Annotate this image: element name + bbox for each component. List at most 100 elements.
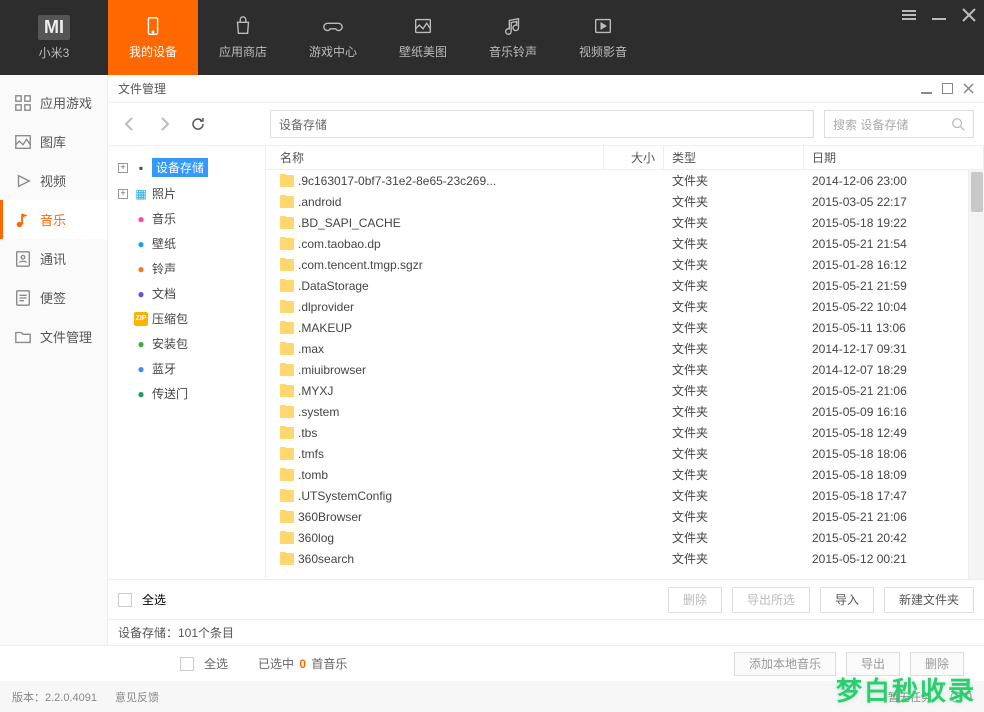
minimize-icon[interactable] [932,8,946,22]
column-date[interactable]: 日期 [804,146,984,169]
forward-button[interactable] [152,112,176,136]
file-row[interactable]: .UTSystemConfig文件夹2015-05-18 17:47 [266,485,984,506]
sidebar-item-gallery[interactable]: 图库 [0,122,107,161]
file-row[interactable]: .miuibrowser文件夹2014-12-07 18:29 [266,359,984,380]
path-input[interactable]: 设备存储 [270,110,814,138]
file-row[interactable]: .android文件夹2015-03-05 22:17 [266,191,984,212]
folder-tree: + ▪ 设备存储 + ▦ 照片 ●音乐●壁纸●铃声●文档ZIP压缩包●安装包●蓝… [108,146,266,579]
tree-item[interactable]: ●壁纸 [112,231,261,256]
menu-icon[interactable] [902,8,916,22]
sync-icon [950,691,962,703]
nav-tab-video[interactable]: 视频影音 [558,0,648,75]
music-select-all-label: 全选 [204,655,228,672]
file-manager-panel: 文件管理 设备存储 搜索 设备存储 + ▪ 设备存储 [108,75,984,645]
scrollbar-thumb[interactable] [971,172,983,212]
tree-photos[interactable]: + ▦ 照片 [112,181,261,206]
arrow-right-icon [156,116,172,132]
tree-item[interactable]: ●传送门 [112,381,261,406]
nav-tab-game[interactable]: 游戏中心 [288,0,378,75]
music-export-button[interactable]: 导出 [846,652,900,676]
expander-icon[interactable]: + [118,189,128,199]
sidebar-item-contacts[interactable]: 通讯 [0,239,107,278]
tree-item[interactable]: ●铃声 [112,256,261,281]
column-name-label: 名称 [280,149,304,166]
column-name[interactable]: 名称 [272,146,604,169]
file-type: 文件夹 [664,424,804,441]
file-name: .9c163017-0bf7-31e2-8e65-23c269... [298,174,496,188]
expander-icon[interactable]: + [118,163,128,173]
file-row[interactable]: .DataStorage文件夹2015-05-21 21:59 [266,275,984,296]
fm-titlebar: 文件管理 [108,75,984,103]
file-row[interactable]: .max文件夹2014-12-17 09:31 [266,338,984,359]
selected-count: 0 [299,657,306,671]
fm-footer: 全选 删除 导出所选 导入 新建文件夹 [108,579,984,619]
add-local-music-button[interactable]: 添加本地音乐 [734,652,836,676]
brand-logo: MI [38,15,70,40]
file-date: 2015-05-18 19:22 [804,216,984,230]
import-button[interactable]: 导入 [820,587,874,613]
sidebar-item-music[interactable]: 音乐 [0,200,107,239]
tree-item[interactable]: ●文档 [112,281,261,306]
fm-maximize-icon[interactable] [942,83,953,94]
feedback-link[interactable]: 意见反馈 [115,689,159,705]
file-row[interactable]: .MYXJ文件夹2015-05-21 21:06 [266,380,984,401]
file-row[interactable]: .com.tencent.tmgp.sgzr文件夹2015-01-28 16:1… [266,254,984,275]
file-row[interactable]: .BD_SAPI_CACHE文件夹2015-05-18 19:22 [266,212,984,233]
sidebar-item-notes[interactable]: 便签 [0,278,107,317]
refresh-button[interactable] [186,112,210,136]
tree-item[interactable]: ●音乐 [112,206,261,231]
fm-close-icon[interactable] [963,83,974,94]
file-name: 360search [298,552,354,566]
select-all-checkbox[interactable] [118,593,132,607]
delete-button[interactable]: 删除 [668,587,722,613]
tree-item[interactable]: ZIP压缩包 [112,306,261,331]
tree-root[interactable]: + ▪ 设备存储 [112,154,261,181]
new-folder-button[interactable]: 新建文件夹 [884,587,974,613]
no-task-text: 暂无任务 [888,689,932,705]
file-row[interactable]: 360Browser文件夹2015-05-21 21:06 [266,506,984,527]
folder-icon [280,469,294,481]
folder-icon [280,322,294,334]
file-row[interactable]: .com.taobao.dp文件夹2015-05-21 21:54 [266,233,984,254]
sidebar-item-files[interactable]: 文件管理 [0,317,107,356]
file-row[interactable]: .tbs文件夹2015-05-18 12:49 [266,422,984,443]
sidebar-item-label: 音乐 [40,210,66,229]
music-delete-button[interactable]: 删除 [910,652,964,676]
folder-icon [280,238,294,250]
sidebar-item-label: 通讯 [40,249,66,268]
tree-item[interactable]: ●安装包 [112,331,261,356]
music-select-all-checkbox[interactable] [180,657,194,671]
file-row[interactable]: .MAKEUP文件夹2015-05-11 13:06 [266,317,984,338]
fm-minimize-icon[interactable] [921,83,932,94]
file-row[interactable]: 360search文件夹2015-05-12 00:21 [266,548,984,569]
nav-tab-label: 游戏中心 [309,43,357,60]
nav-tab-device[interactable]: 我的设备 [108,0,198,75]
file-name: .dlprovider [298,300,354,314]
file-row[interactable]: .tmfs文件夹2015-05-18 18:06 [266,443,984,464]
nav-tab-music[interactable]: 音乐铃声 [468,0,558,75]
folder-icon [280,385,294,397]
search-input[interactable]: 搜索 设备存储 [824,110,974,138]
file-row[interactable]: .system文件夹2015-05-09 16:16 [266,401,984,422]
scrollbar[interactable] [968,170,984,579]
nav-tab-wallpaper[interactable]: 壁纸美图 [378,0,468,75]
sidebar-item-apps[interactable]: 应用游戏 [0,83,107,122]
back-button[interactable] [118,112,142,136]
file-row[interactable]: .tomb文件夹2015-05-18 18:09 [266,464,984,485]
column-type[interactable]: 类型 [664,146,804,169]
export-selected-button[interactable]: 导出所选 [732,587,810,613]
file-row[interactable]: .9c163017-0bf7-31e2-8e65-23c269...文件夹201… [266,170,984,191]
file-name: .MYXJ [298,384,333,398]
file-name: .MAKEUP [298,321,352,335]
sidebar-item-video[interactable]: 视频 [0,161,107,200]
file-date: 2015-05-18 12:49 [804,426,984,440]
close-icon[interactable] [962,8,976,22]
file-row[interactable]: 360log文件夹2015-05-21 20:42 [266,527,984,548]
file-type: 文件夹 [664,277,804,294]
tree-item[interactable]: ●蓝牙 [112,356,261,381]
nav-tab-store[interactable]: 应用商店 [198,0,288,75]
file-type: 文件夹 [664,235,804,252]
column-size[interactable]: 大小 [604,146,664,169]
file-type: 文件夹 [664,172,804,189]
file-row[interactable]: .dlprovider文件夹2015-05-22 10:04 [266,296,984,317]
